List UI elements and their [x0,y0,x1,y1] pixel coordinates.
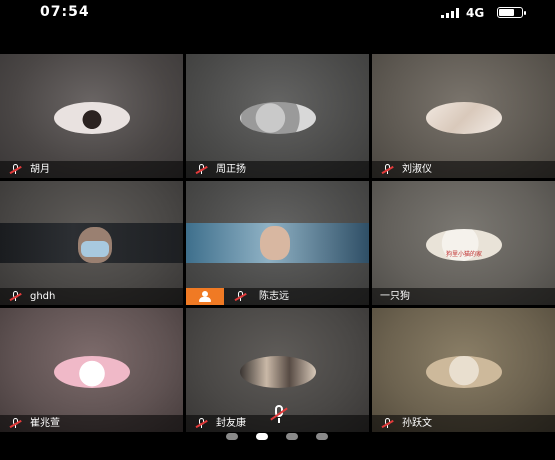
participant-video [186,223,369,263]
page-indicator[interactable] [0,430,555,444]
participant-avatar [426,356,502,388]
avatar-caption: 狗里小猫的家 [445,251,482,258]
mic-muted-icon [193,418,209,429]
signal-icon [441,8,459,18]
host-icon [186,288,224,305]
participant-avatar [54,356,130,388]
status-time: 07:54 [40,4,90,20]
participant-name: 刘淑仪 [402,164,432,175]
page-dot-active[interactable] [256,433,268,440]
participant-name: 胡月 [30,164,50,175]
mic-muted-icon [7,291,23,302]
mic-muted-icon [193,164,209,175]
mic-muted-icon [379,418,395,429]
participant-label: 周正扬 [186,161,369,178]
participant-tile[interactable]: 刘淑仪 [372,54,555,178]
participant-name: 周正扬 [216,164,246,175]
participant-tile[interactable]: ghdh [0,181,183,305]
participant-tile[interactable]: 周正扬 [186,54,369,178]
participant-avatar [240,102,316,134]
network-type: 4G [466,6,485,20]
participant-tile[interactable]: 狗里小猫的家 一只狗 [372,181,555,305]
participant-grid: 胡月 周正扬 刘淑仪 ghdh 陈志远 狗里小猫的家 一只狗 崔兆萱 封友康 孙… [0,54,555,432]
participant-video [0,223,183,263]
page-dot[interactable] [286,433,298,440]
participant-name: 陈志远 [259,291,289,302]
participant-tile[interactable]: 胡月 [0,54,183,178]
participant-label: 一只狗 [372,288,555,305]
participant-name: 孙跃文 [402,418,432,429]
mic-muted-icon [7,164,23,175]
participant-avatar: 狗里小猫的家 [426,229,502,261]
participant-name: ghdh [30,291,56,302]
participant-label: ghdh [0,288,183,305]
participant-label: 胡月 [0,161,183,178]
battery-icon [497,7,526,18]
participant-label: 陈志远 [186,288,369,305]
page-dot[interactable] [226,433,238,440]
mic-muted-icon [379,164,395,175]
participant-tile[interactable]: 崔兆萱 [0,308,183,432]
status-bar: 07:54 4G [0,0,555,26]
participant-label: 刘淑仪 [372,161,555,178]
participant-avatar [426,102,502,134]
participant-name: 一只狗 [380,291,410,302]
participant-avatar [240,356,316,388]
page-dot[interactable] [316,433,328,440]
participant-name: 封友康 [216,418,246,429]
participant-tile[interactable]: 陈志远 [186,181,369,305]
participant-avatar [54,102,130,134]
participant-name: 崔兆萱 [30,418,60,429]
mute-toggle-icon[interactable] [268,404,290,426]
mic-muted-icon [7,418,23,429]
mic-muted-icon [232,291,248,302]
participant-tile[interactable]: 孙跃文 [372,308,555,432]
